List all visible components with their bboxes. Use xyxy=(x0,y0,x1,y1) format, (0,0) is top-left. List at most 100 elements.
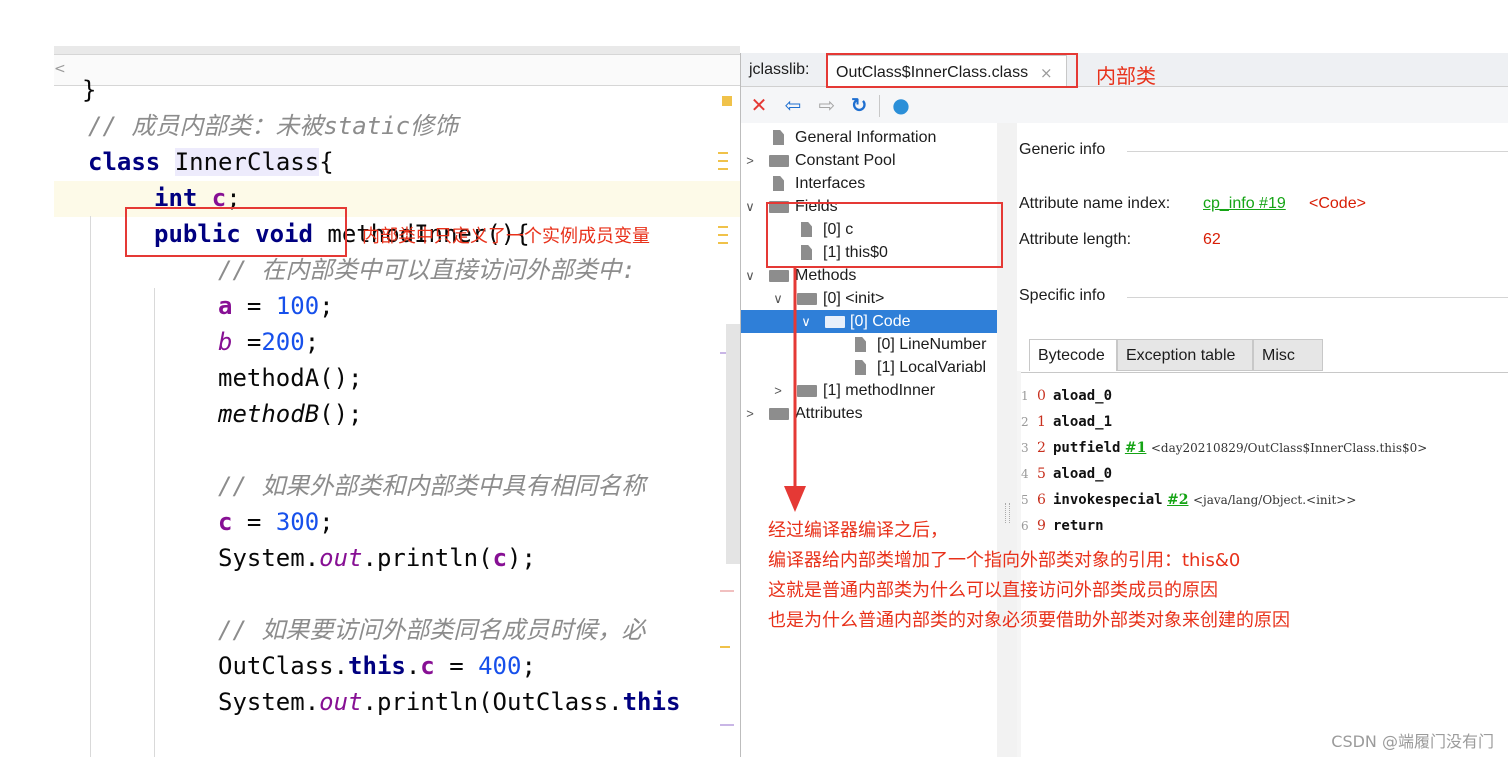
tree-label: [0] LineNumber xyxy=(877,336,987,353)
section-divider xyxy=(1127,151,1508,152)
code-line[interactable]: System.out.println(c); xyxy=(218,540,536,576)
code-editor[interactable]: < }// 成员内部类：未被static修饰 class InnerClass{i… xyxy=(54,46,740,757)
code-token: = xyxy=(232,292,276,320)
code-line[interactable]: System.out.println(OutClass.this xyxy=(218,684,680,720)
code-token: (); xyxy=(319,400,363,428)
attribute-name-value: <Code> xyxy=(1309,195,1366,212)
code-line[interactable]: // 如果要访问外部类同名成员时候，必 xyxy=(218,612,645,648)
code-line[interactable]: // 成员内部类：未被static修饰 xyxy=(88,108,458,144)
editor-breadcrumb-bar: < xyxy=(54,54,740,86)
warning-marker xyxy=(722,96,732,106)
tree-item-general-information[interactable]: General Information xyxy=(741,126,997,149)
bytecode-ref-link[interactable]: #1 xyxy=(1125,440,1146,456)
highlight-box-tab xyxy=(826,53,1078,88)
gutter-mark xyxy=(718,226,728,228)
code-token: c xyxy=(218,508,233,536)
code-line[interactable]: OutClass.this.c = 400; xyxy=(218,648,536,684)
code-line[interactable]: a = 100; xyxy=(218,288,334,324)
bytecode-line-number: 3 xyxy=(1021,441,1029,455)
code-token: 400 xyxy=(478,652,522,680)
highlight-box-field xyxy=(125,207,347,257)
tree-label: Interfaces xyxy=(795,175,866,192)
chevron-down-icon[interactable]: ∨ xyxy=(743,195,757,218)
editor-scrollbar[interactable] xyxy=(726,324,740,564)
file-icon xyxy=(773,176,784,191)
back-arrow-icon[interactable]: ⇦ xyxy=(781,93,805,117)
code-line[interactable]: c = 300; xyxy=(218,504,334,540)
compile-note-line: 编译器给内部类增加了一个指向外部类对象的引用：this&0 xyxy=(768,550,1241,571)
highlight-box-fields xyxy=(766,202,1003,268)
refresh-icon[interactable]: ↻ xyxy=(847,93,871,117)
code-token: // 成员内部类：未被static修饰 xyxy=(88,112,459,140)
code-line[interactable]: methodA(); xyxy=(218,360,363,396)
tree-item-interfaces[interactable]: Interfaces xyxy=(741,172,997,195)
jclasslib-label: jclasslib: xyxy=(749,61,810,78)
specific-info-heading: Specific info xyxy=(1019,287,1106,304)
gutter-mark xyxy=(718,160,728,162)
bytecode-comment: <java/lang/Object.<init>> xyxy=(1192,493,1357,507)
bytecode-line-number: 4 xyxy=(1021,467,1029,481)
bytecode-opcode: aload_0 xyxy=(1053,466,1113,482)
code-token: // 在内部类中可以直接访问外部类中: xyxy=(218,256,636,284)
bytecode-row: 2 1 aload_1 xyxy=(1021,409,1112,435)
gutter-mark xyxy=(718,242,728,244)
code-line[interactable]: } xyxy=(82,72,96,108)
code-token: b xyxy=(218,328,233,356)
chevron-right-icon[interactable]: > xyxy=(743,149,757,172)
gutter-mark xyxy=(720,590,734,592)
annotation-arrow xyxy=(784,266,806,512)
folder-icon xyxy=(769,155,789,167)
code-token: System. xyxy=(218,544,320,572)
bytecode-line-number: 2 xyxy=(1021,415,1029,429)
code-token: = xyxy=(232,328,262,356)
gutter-mark xyxy=(718,168,728,170)
file-icon xyxy=(773,130,784,145)
code-token: 300 xyxy=(275,508,320,536)
code-token: ; xyxy=(304,328,320,356)
code-token: methodA(); xyxy=(218,364,363,392)
code-token: c xyxy=(420,652,435,680)
code-token: class xyxy=(88,148,175,176)
code-token: a xyxy=(218,292,233,320)
bytecode-ref-link[interactable]: #2 xyxy=(1167,492,1188,508)
bytecode-offset: 1 xyxy=(1037,414,1046,430)
file-icon xyxy=(855,360,866,375)
jclasslib-toolbar: ✕ ⇦ ⇨ ↻ ● xyxy=(741,87,1508,123)
code-token: . xyxy=(405,652,421,680)
code-line[interactable]: // 在内部类中可以直接访问外部类中: xyxy=(218,252,636,288)
attribute-name-index-label: Attribute name index: xyxy=(1019,195,1171,212)
code-token: } xyxy=(82,76,97,104)
bytecode-opcode: invokespecial xyxy=(1053,492,1163,508)
code-line[interactable]: class InnerClass{ xyxy=(88,144,334,180)
code-token: .println( xyxy=(362,544,493,572)
bytecode-line-number: 5 xyxy=(1021,493,1029,507)
code-token: ; xyxy=(319,508,334,536)
code-token: // 如果外部类和内部类中具有相同名称 xyxy=(218,472,646,500)
tab-misc[interactable]: Misc xyxy=(1253,339,1323,371)
tree-item-constant-pool[interactable]: > Constant Pool xyxy=(741,149,997,172)
close-file-icon[interactable]: ✕ xyxy=(747,93,771,117)
forward-arrow-icon[interactable]: ⇨ xyxy=(815,93,839,117)
code-line[interactable]: // 如果外部类和内部类中具有相同名称 xyxy=(218,468,645,504)
chevron-right-icon[interactable]: > xyxy=(743,402,757,425)
code-token: this xyxy=(622,688,681,716)
bytecode-line-number: 1 xyxy=(1021,389,1029,403)
tab-baseline xyxy=(1017,372,1508,373)
tree-label: [0] <init> xyxy=(823,290,885,307)
bytecode-row: 3 2 putfield #1 <day20210829/OutClass$Inne… xyxy=(1021,435,1427,461)
chevron-down-icon[interactable]: ∨ xyxy=(743,264,757,287)
code-token: out xyxy=(319,544,363,572)
bytecode-offset: 0 xyxy=(1037,388,1046,404)
web-icon[interactable]: ● xyxy=(889,93,913,117)
code-token: this xyxy=(348,652,406,680)
tree-label: General Information xyxy=(795,129,937,146)
code-line[interactable]: methodB(); xyxy=(218,396,363,432)
tab-exception-table[interactable]: Exception table xyxy=(1117,339,1253,371)
bytecode-opcode: putfield xyxy=(1053,440,1121,456)
scroll-left-icon[interactable]: < xyxy=(54,61,66,77)
file-icon xyxy=(855,337,866,352)
code-line[interactable]: b =200; xyxy=(218,324,319,360)
cp-info-link[interactable]: cp_info #19 xyxy=(1203,195,1286,213)
code-token: .println(OutClass. xyxy=(362,688,623,716)
tab-bytecode[interactable]: Bytecode xyxy=(1029,339,1117,371)
